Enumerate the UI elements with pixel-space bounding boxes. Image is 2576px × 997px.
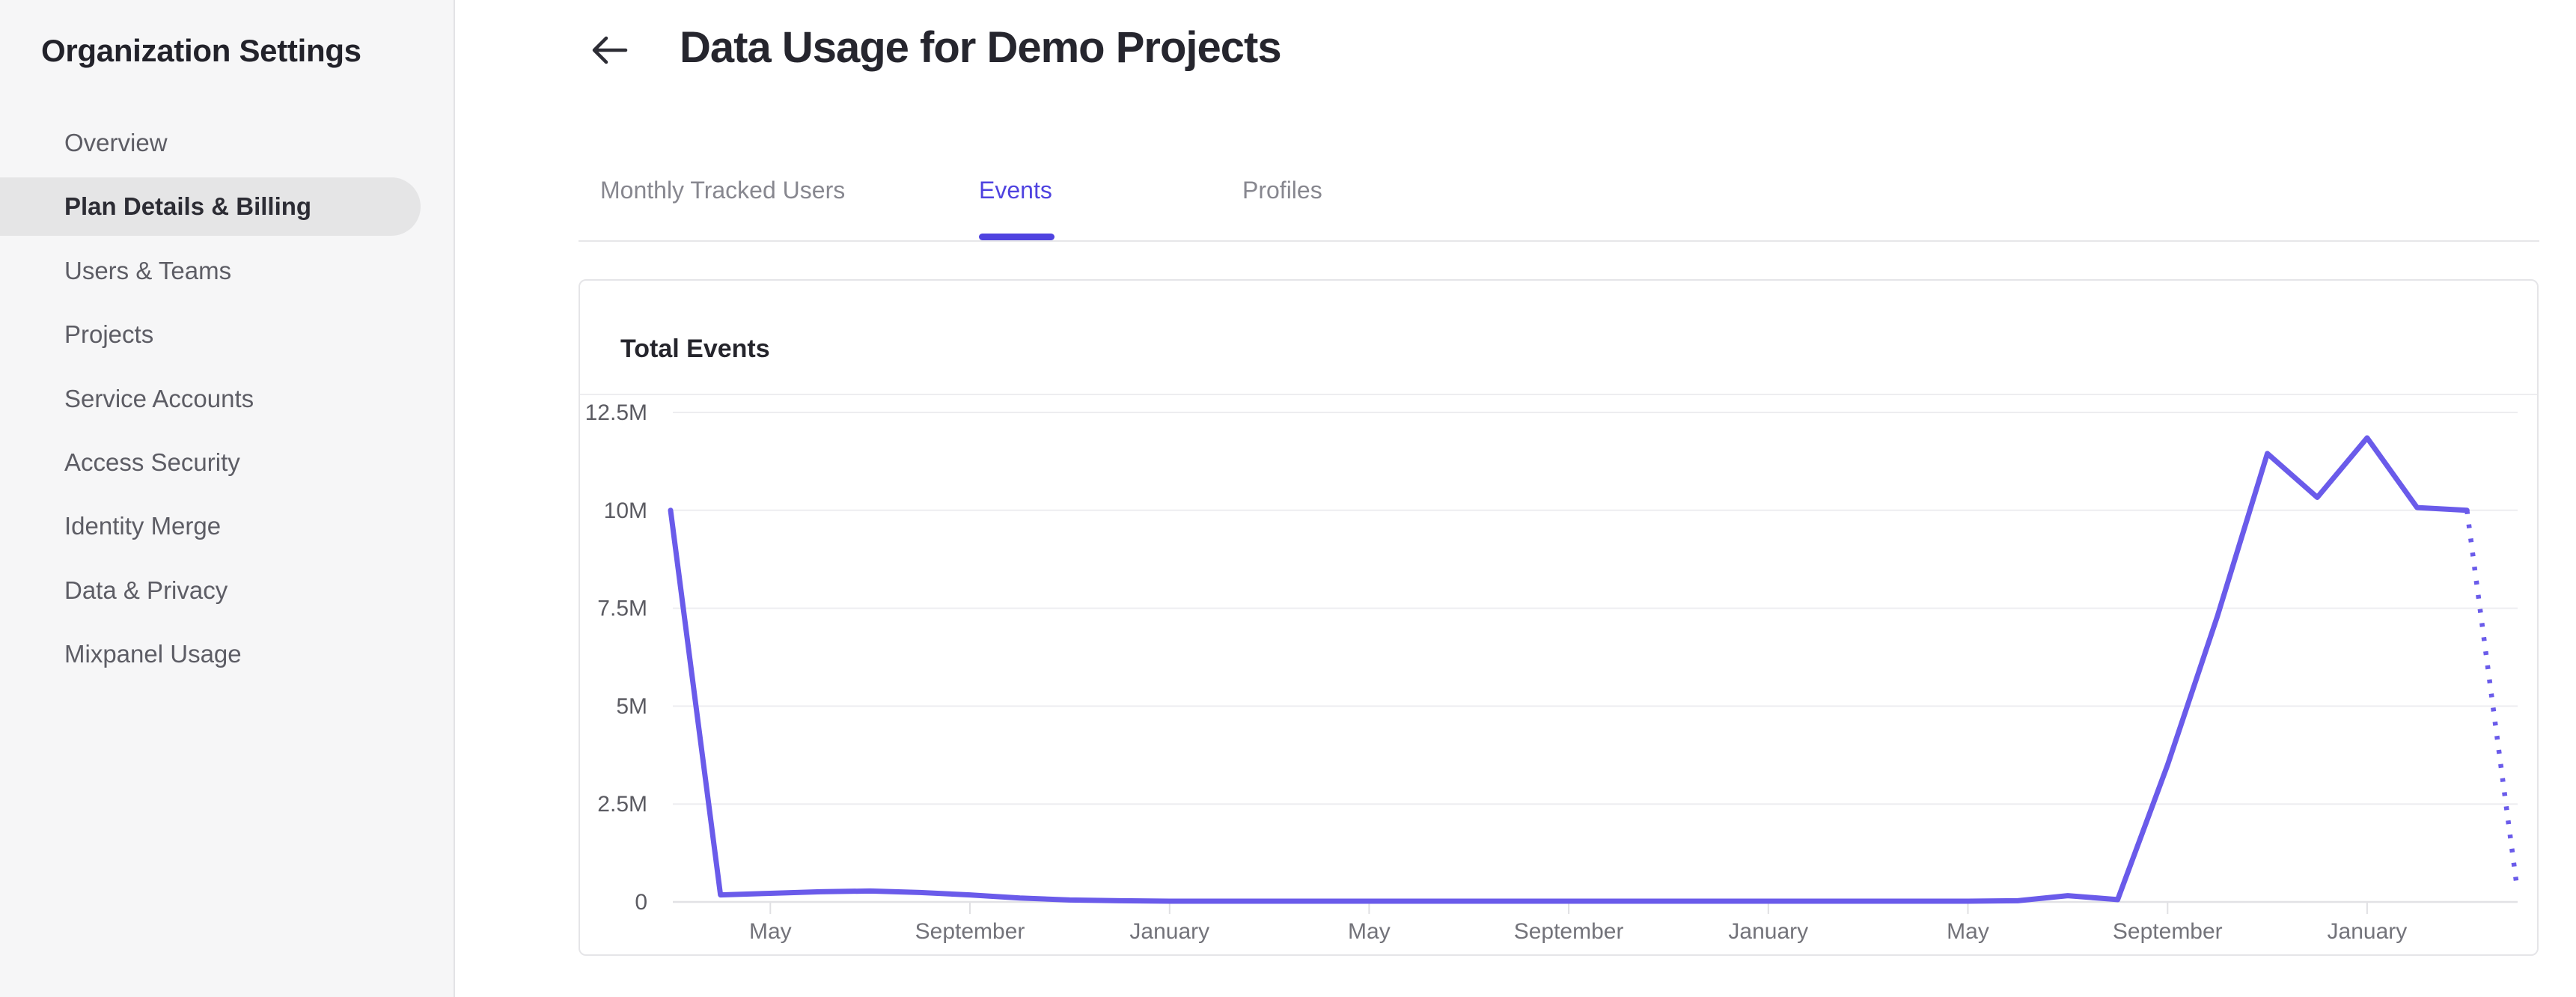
sidebar-item-overview[interactable]: Overview (0, 114, 454, 172)
events-series-projected (2464, 510, 2520, 887)
card-title: Total Events (620, 335, 770, 363)
total-events-card: Total Events 0 2.5M 5M 7.5M 10M 12.5M May Septe… (579, 279, 2539, 956)
x-axis-label: January (1728, 919, 1808, 944)
back-arrow-icon[interactable] (588, 33, 630, 67)
sidebar-item-access-security[interactable]: Access Security (0, 433, 454, 492)
page-title: Data Usage for Demo Projects (680, 23, 1282, 72)
chart-canvas: 0 2.5M 5M 7.5M 10M 12.5M May September January Ma… (585, 400, 2520, 944)
sidebar-item-service-accounts[interactable]: Service Accounts (0, 370, 454, 428)
x-axis-label: January (1129, 919, 1209, 944)
sidebar-item-plan-details-billing[interactable]: Plan Details & Billing (0, 177, 421, 237)
y-axis-label: 0 (635, 890, 647, 915)
x-axis-label: May (1947, 919, 1989, 944)
y-axis-label: 10M (604, 498, 647, 523)
y-axis-label: 5M (616, 694, 647, 719)
active-tab-underline (979, 234, 1054, 240)
x-axis-label: May (749, 919, 792, 944)
y-axis-label: 2.5M (597, 792, 647, 817)
tab-events[interactable]: Events (979, 177, 1052, 207)
x-axis-label: September (1514, 919, 1624, 944)
events-series-line (668, 435, 2470, 904)
y-axis-label: 7.5M (597, 597, 647, 621)
y-axis-label: 12.5M (585, 400, 647, 425)
tab-monthly-tracked-users[interactable]: Monthly Tracked Users (600, 177, 845, 207)
sidebar-item-mixpanel-usage[interactable]: Mixpanel Usage (0, 625, 454, 683)
tabs-divider (579, 240, 2539, 242)
sidebar-item-data-privacy[interactable]: Data & Privacy (0, 561, 454, 620)
x-axis-label: September (2113, 919, 2223, 944)
events-line-chart: 0 2.5M 5M 7.5M 10M 12.5M May September January Ma… (580, 394, 2537, 956)
sidebar-title: Organization Settings (41, 33, 361, 68)
organization-settings-sidebar: Organization Settings Overview Plan Detai… (0, 0, 455, 997)
sidebar-item-identity-merge[interactable]: Identity Merge (0, 497, 454, 555)
sidebar-item-projects[interactable]: Projects (0, 305, 454, 364)
tab-profiles[interactable]: Profiles (1242, 177, 1322, 207)
sidebar-item-users-teams[interactable]: Users & Teams (0, 242, 454, 300)
x-axis-label: January (2328, 919, 2408, 944)
sidebar-nav: Overview Plan Details & Billing Users & Te… (0, 114, 454, 689)
x-axis-label: September (915, 919, 1025, 944)
x-axis-label: May (1348, 919, 1391, 944)
